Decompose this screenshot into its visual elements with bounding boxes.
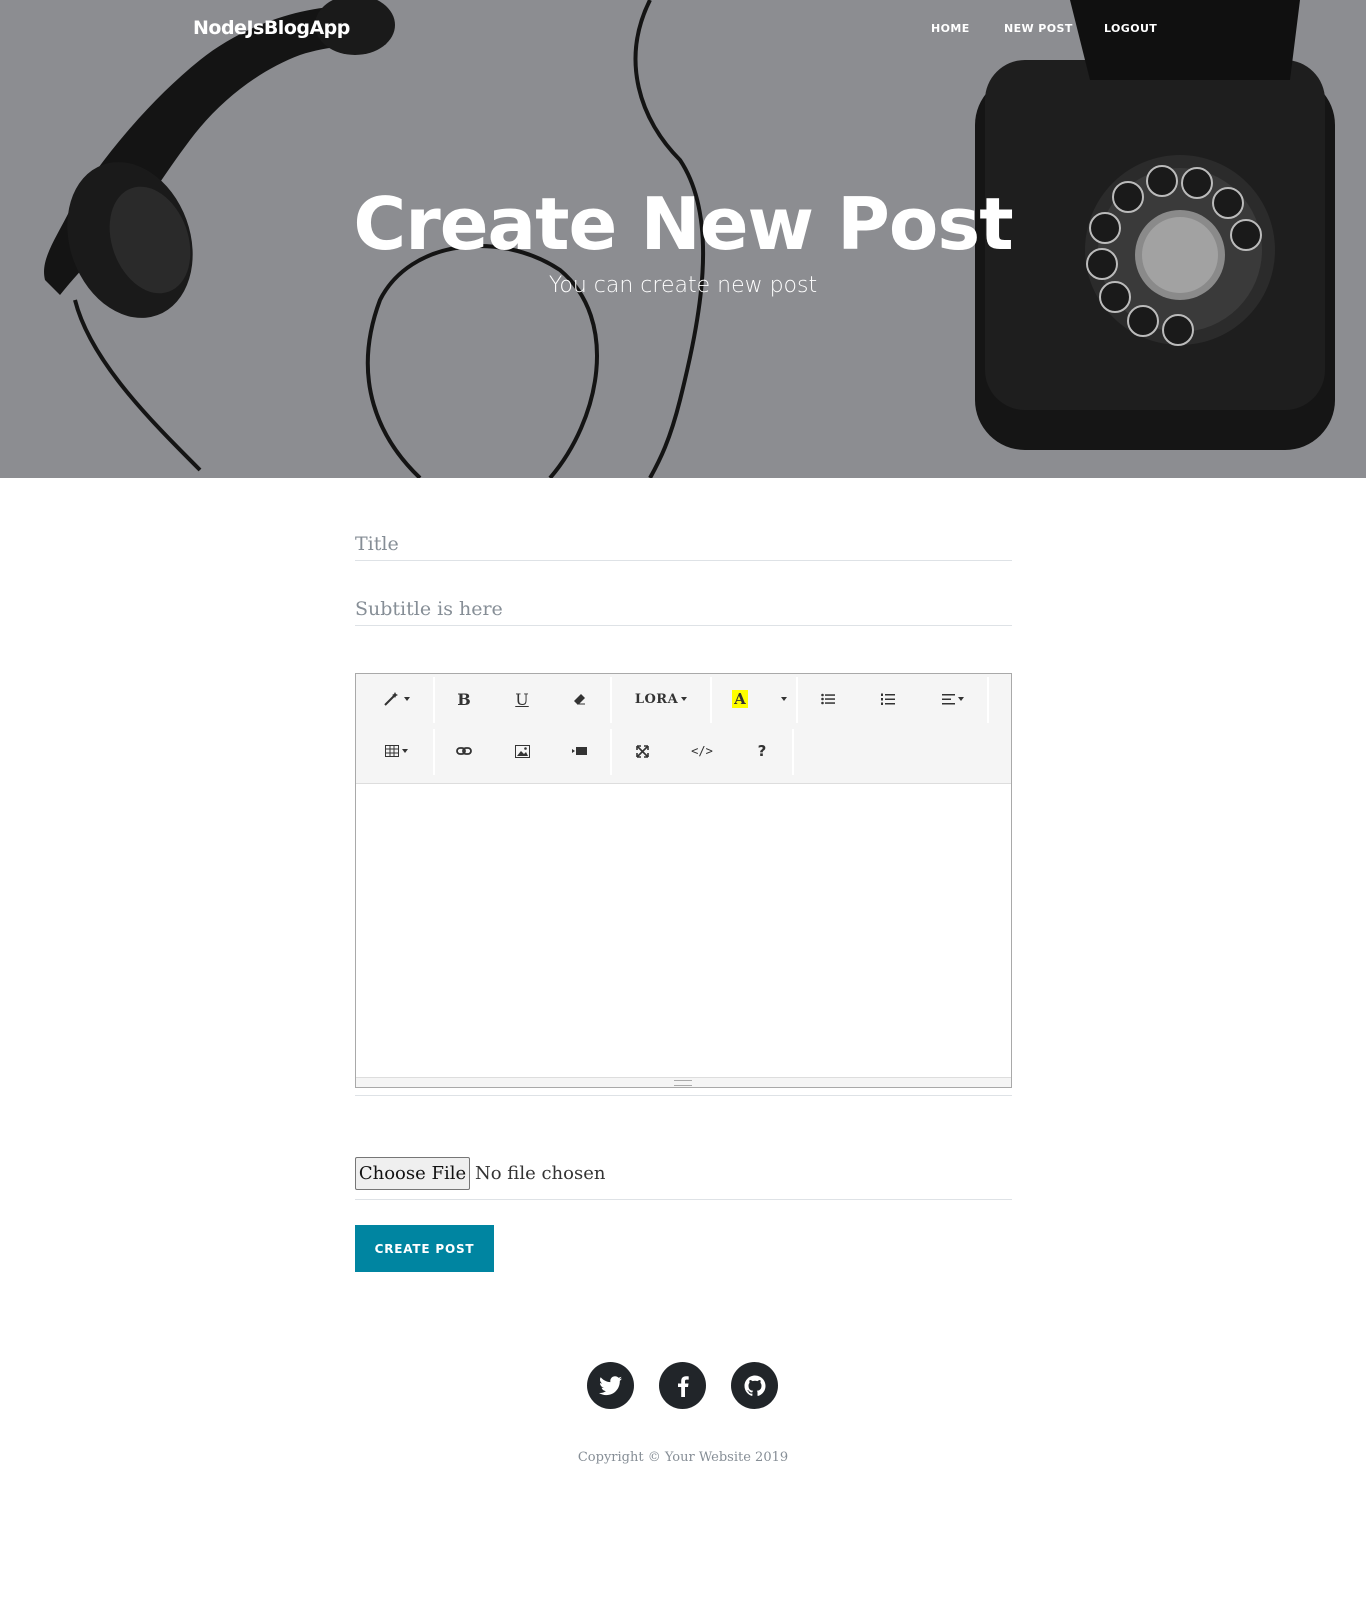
rich-text-editor: B U LORA A </> ? <box>355 673 1012 1088</box>
masthead: NodeJsBlogApp HOME NEW POST LOGOUT Creat… <box>0 0 1366 478</box>
font-name-label: LORA <box>634 691 679 707</box>
bold-icon[interactable]: B <box>435 677 493 721</box>
toolbar-group-table <box>359 729 435 775</box>
picture-icon[interactable] <box>493 729 551 773</box>
subtitle-input[interactable] <box>355 593 1012 626</box>
resize-grip-icon[interactable] <box>674 1080 692 1086</box>
main-nav: HOME NEW POST LOGOUT <box>0 22 1366 42</box>
title-input[interactable] <box>355 528 1012 561</box>
copyright-text: Copyright © Your Website 2019 <box>577 1450 789 1465</box>
toolbar-group-font: B U <box>435 677 612 723</box>
editor-divider <box>355 1095 1012 1096</box>
twitter-icon[interactable] <box>587 1362 634 1409</box>
editor-toolbar: B U LORA A </> ? <box>356 674 1011 784</box>
nav-link-home[interactable]: HOME <box>931 22 970 35</box>
choose-file-button[interactable]: Choose File <box>355 1157 470 1190</box>
editor-content-area[interactable] <box>356 784 1011 1077</box>
font-name-dropdown[interactable]: LORA <box>612 677 710 721</box>
file-status-text: No file chosen <box>475 1163 606 1184</box>
facebook-icon[interactable] <box>659 1362 706 1409</box>
link-icon[interactable] <box>435 729 493 773</box>
code-view-icon[interactable]: </> <box>672 729 732 773</box>
color-dropdown[interactable] <box>768 677 796 721</box>
help-icon[interactable]: ? <box>732 729 792 773</box>
align-dropdown[interactable] <box>918 677 987 721</box>
nav-link-new-post[interactable]: NEW POST <box>1004 22 1073 35</box>
github-icon[interactable] <box>731 1362 778 1409</box>
toolbar-group-style <box>359 677 435 723</box>
toolbar-group-insert <box>435 729 612 775</box>
page-subtitle: You can create new post <box>548 273 818 298</box>
eraser-icon[interactable] <box>551 677 609 721</box>
table-icon[interactable] <box>359 729 433 773</box>
toolbar-group-view: </> ? <box>612 729 794 775</box>
create-post-button[interactable]: CREATE POST <box>355 1225 494 1272</box>
toolbar-group-paragraph <box>798 677 989 723</box>
toolbar-group-color: A <box>712 677 798 723</box>
underline-icon[interactable]: U <box>493 677 551 721</box>
toolbar-group-fontname: LORA <box>612 677 712 723</box>
unordered-list-icon[interactable] <box>798 677 858 721</box>
editor-resize-bar[interactable] <box>356 1077 1011 1087</box>
video-icon[interactable] <box>551 729 609 773</box>
fullscreen-icon[interactable] <box>612 729 672 773</box>
ordered-list-icon[interactable] <box>858 677 918 721</box>
color-letter: A <box>732 690 748 708</box>
page-title: Create New Post <box>353 182 1013 266</box>
magic-icon[interactable] <box>359 677 433 721</box>
nav-link-logout[interactable]: LOGOUT <box>1104 22 1157 35</box>
highlight-color-icon[interactable]: A <box>712 677 768 721</box>
